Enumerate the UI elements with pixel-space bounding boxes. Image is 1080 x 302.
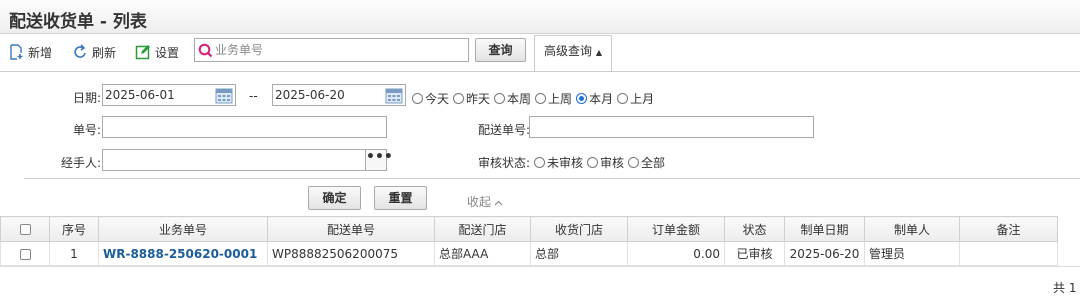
chevron-up-icon <box>494 195 503 209</box>
status-cell: 已审核 <box>724 241 785 266</box>
settings-button-label: 设置 <box>155 45 180 60</box>
date-label: 日期: <box>73 91 102 105</box>
form-divider <box>24 178 1080 179</box>
radio-dot-selected <box>576 93 588 104</box>
collapse-toggle[interactable]: 收起 <box>467 193 503 210</box>
table-header-row: 序号 业务单号 配送单号 配送门店 收货门店 订单金额 状态 制单日期 制单人 … <box>0 216 1058 242</box>
creator-cell: 管理员 <box>864 241 960 266</box>
search-input[interactable] <box>215 41 465 59</box>
radio-dot <box>628 157 640 168</box>
caret-up-icon: ▲ <box>595 48 602 57</box>
select-all-cell[interactable] <box>0 216 50 242</box>
business-no-link[interactable]: WR-8888-250620-0001 <box>98 241 268 266</box>
refresh-button[interactable]: 刷新 <box>73 41 116 63</box>
handler-label: 经手人: <box>61 156 102 170</box>
remark-cell <box>959 241 1058 266</box>
column-header[interactable]: 业务单号 <box>98 216 268 242</box>
created-date-cell: 2025-06-20 <box>784 241 865 266</box>
column-header[interactable]: 配送单号 <box>267 216 435 242</box>
page: 配送收货单 - 列表 新增 刷新 设置 查询 <box>0 0 1080 302</box>
receiving-store-cell: 总部 <box>530 241 628 266</box>
radio-dot <box>534 157 545 168</box>
column-header[interactable]: 序号 <box>49 216 99 242</box>
table-row[interactable]: 1 WR-8888-250620-0001 WP88882506200075 总… <box>0 241 1058 266</box>
doc-no-input[interactable] <box>102 116 387 138</box>
collapse-label: 收起 <box>467 195 492 209</box>
advanced-query-tab[interactable]: 高级查询 ▲ <box>534 35 612 72</box>
radio-dot <box>535 93 547 104</box>
column-header[interactable]: 配送门店 <box>434 216 531 242</box>
advanced-query-label: 高级查询 <box>544 44 593 58</box>
query-button[interactable]: 查询 <box>475 38 526 62</box>
radio-dot <box>617 93 629 104</box>
row-index: 1 <box>49 241 99 266</box>
column-header[interactable]: 收货门店 <box>530 216 628 242</box>
column-header[interactable]: 订单金额 <box>627 216 725 242</box>
reset-button[interactable]: 重置 <box>374 186 427 210</box>
column-header[interactable]: 状态 <box>724 216 785 242</box>
radio-dot <box>453 93 465 104</box>
add-document-icon <box>9 44 24 60</box>
doc-no-label: 单号: <box>73 123 102 137</box>
radio-last-week[interactable]: 上周 <box>535 90 572 107</box>
radio-dot <box>494 93 506 104</box>
date-range-radio-group: 今天 昨天 本周 上周 本月 上月 <box>412 90 658 107</box>
radio-last-month[interactable]: 上月 <box>617 90 654 107</box>
toolbar: 新增 刷新 设置 查询 高级查询 ▲ <box>0 35 1080 72</box>
refresh-icon <box>73 44 88 60</box>
delivery-store-cell: 总部AAA <box>434 241 531 266</box>
calendar-icon[interactable] <box>385 87 403 107</box>
search-box <box>194 38 469 62</box>
date-to-input[interactable] <box>275 87 375 103</box>
order-amount-cell: 0.00 <box>627 241 725 266</box>
column-header[interactable]: 制单人 <box>864 216 960 242</box>
radio-all[interactable]: 全部 <box>628 154 665 171</box>
record-count: 共 1 条 <box>1053 281 1080 295</box>
date-from-input[interactable] <box>105 87 205 103</box>
toolbar-divider <box>0 71 1080 72</box>
refresh-button-label: 刷新 <box>92 45 117 60</box>
row-select-cell[interactable] <box>0 241 50 266</box>
add-button-label: 新增 <box>28 45 53 60</box>
radio-this-month[interactable]: 本月 <box>576 90 613 107</box>
column-header[interactable]: 制单日期 <box>784 216 865 242</box>
title-bar: 配送收货单 - 列表 <box>0 0 1080 34</box>
delivery-no-label: 配送单号: <box>478 123 531 137</box>
radio-dot <box>587 157 599 168</box>
radio-audited[interactable]: 审核 <box>587 154 624 171</box>
select-all-checkbox[interactable] <box>19 224 31 235</box>
audit-status-label: 审核状态: <box>478 156 531 170</box>
calendar-icon[interactable] <box>215 87 233 107</box>
data-table: 序号 业务单号 配送单号 配送门店 收货门店 订单金额 状态 制单日期 制单人 … <box>0 216 1058 266</box>
radio-this-week[interactable]: 本周 <box>494 90 531 107</box>
settings-button[interactable]: 设置 <box>135 41 179 63</box>
delivery-no-cell: WP88882506200075 <box>267 241 435 266</box>
page-title: 配送收货单 - 列表 <box>9 12 147 32</box>
grid-divider <box>0 266 1080 267</box>
row-checkbox[interactable] <box>19 248 31 260</box>
confirm-button[interactable]: 确定 <box>308 186 361 210</box>
add-button[interactable]: 新增 <box>9 41 52 63</box>
more-button[interactable]: ••• <box>365 149 393 171</box>
edit-settings-icon <box>135 44 151 60</box>
date-from-field <box>102 84 236 106</box>
radio-dot <box>412 93 423 104</box>
column-header[interactable]: 备注 <box>959 216 1058 242</box>
date-range-separator: -- <box>249 89 258 103</box>
radio-yesterday[interactable]: 昨天 <box>453 90 490 107</box>
radio-unaudited[interactable]: 未审核 <box>534 154 583 171</box>
delivery-no-input[interactable] <box>529 116 814 138</box>
radio-today[interactable]: 今天 <box>412 90 449 107</box>
audit-status-radio-group: 未审核 审核 全部 <box>534 154 669 171</box>
date-to-field <box>272 84 406 106</box>
handler-input[interactable] <box>102 149 366 171</box>
